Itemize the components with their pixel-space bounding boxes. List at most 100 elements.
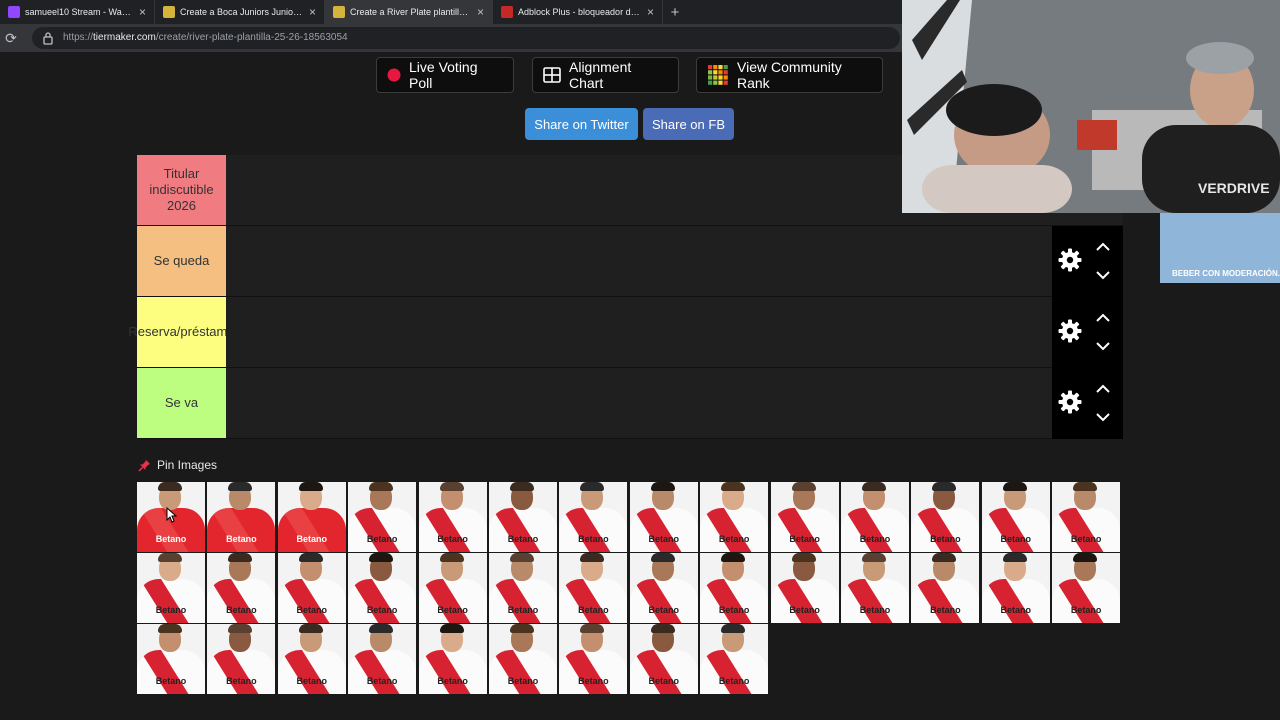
player-card[interactable]: Betano — [911, 482, 980, 552]
pin-images-toggle[interactable]: Pin Images — [138, 458, 217, 472]
tier-label[interactable]: Se queda — [137, 226, 226, 296]
new-tab-icon[interactable]: + — [663, 0, 687, 24]
player-card[interactable]: Betano — [700, 624, 769, 694]
chevron-up-icon[interactable] — [1096, 313, 1110, 323]
tab-title: Adblock Plus - bloqueador de an — [518, 7, 641, 17]
player-card[interactable]: Betano — [629, 553, 698, 623]
sponsor-logo-text: Betano — [1070, 534, 1102, 544]
url-omnibox[interactable]: https://tiermaker.com/create/river-plate… — [32, 27, 900, 49]
gear-icon[interactable] — [1058, 248, 1082, 272]
sponsor-logo-text: Betano — [226, 534, 257, 544]
player-card[interactable]: Betano — [418, 482, 487, 552]
close-tab-icon[interactable]: × — [647, 5, 654, 19]
player-card[interactable]: Betano — [137, 553, 205, 623]
sponsor-logo-text: Betano — [718, 605, 750, 615]
player-hair — [439, 482, 464, 491]
player-card[interactable]: Betano — [348, 624, 417, 694]
jersey-sash — [772, 579, 827, 623]
jersey-sash — [631, 579, 687, 623]
player-hair — [228, 624, 253, 633]
player-card[interactable]: Betano — [559, 482, 628, 552]
tier-controls — [1052, 368, 1123, 439]
player-card[interactable]: Betano — [841, 553, 909, 623]
player-card[interactable]: Betano — [981, 553, 1050, 623]
jersey-sash — [349, 579, 405, 623]
player-card[interactable]: Betano — [559, 553, 628, 623]
chevron-up-icon[interactable] — [1096, 384, 1110, 394]
player-card[interactable]: Betano — [629, 624, 698, 694]
reload-icon[interactable]: ⟳ — [2, 29, 20, 47]
close-tab-icon[interactable]: × — [139, 5, 146, 19]
player-card[interactable]: Betano — [277, 624, 346, 694]
jersey — [559, 508, 628, 552]
player-card[interactable]: Betano — [911, 553, 980, 623]
player-card[interactable]: Betano — [418, 624, 487, 694]
sponsor-logo-text: Betano — [366, 676, 398, 686]
player-card[interactable]: Betano — [700, 553, 769, 623]
player-hair — [510, 624, 534, 633]
close-tab-icon[interactable]: × — [477, 5, 484, 19]
sponsor-logo-text: Betano — [507, 605, 539, 615]
player-card[interactable]: Betano — [1052, 553, 1121, 623]
player-card[interactable]: Betano — [489, 624, 557, 694]
jersey-sash — [420, 579, 475, 623]
player-card[interactable]: Betano — [1052, 482, 1121, 552]
browser-tab[interactable]: samueel10 Stream - Watch Live o × — [0, 0, 155, 24]
player-card[interactable]: Betano — [348, 482, 417, 552]
share-on-fb-button[interactable]: Share on FB — [643, 108, 734, 140]
player-card[interactable]: Betano — [207, 482, 276, 552]
player-card[interactable]: Betano — [841, 482, 909, 552]
view-community-rank-button[interactable]: View Community Rank — [696, 57, 883, 93]
player-card[interactable]: Betano — [700, 482, 769, 552]
player-card[interactable]: Betano — [207, 553, 276, 623]
player-card[interactable]: Betano — [489, 553, 557, 623]
chevron-up-icon[interactable] — [1096, 242, 1110, 252]
jersey-sash — [490, 508, 546, 552]
jersey-sash — [279, 508, 335, 552]
jersey — [700, 650, 769, 694]
close-tab-icon[interactable]: × — [309, 5, 316, 19]
sponsor-logo-text: Betano — [718, 676, 750, 686]
site-info-icon[interactable] — [42, 31, 54, 45]
tier-drop-zone[interactable] — [226, 368, 1052, 438]
player-card[interactable]: Betano — [348, 553, 417, 623]
player-card[interactable]: Betano — [770, 482, 839, 552]
sponsor-logo-text: Betano — [859, 534, 891, 544]
jersey-sash — [209, 579, 264, 623]
browser-tab[interactable]: Create a Boca Juniors Junio 2025 × — [155, 0, 325, 24]
browser-tab[interactable]: Adblock Plus - bloqueador de an × — [493, 0, 663, 24]
player-card[interactable]: Betano — [277, 553, 346, 623]
player-card[interactable]: Betano — [770, 553, 839, 623]
tier-drop-zone[interactable] — [226, 297, 1052, 367]
jersey-sash — [701, 650, 757, 694]
browser-tab[interactable]: Create a River Plate plantilla 25/2 × — [325, 0, 493, 24]
gear-icon[interactable] — [1058, 390, 1082, 414]
sponsor-logo-text: Betano — [930, 534, 961, 544]
alignment-chart-button[interactable]: Alignment Chart — [532, 57, 679, 93]
player-card[interactable]: Betano — [207, 624, 276, 694]
player-hair — [510, 553, 534, 562]
chevron-down-icon[interactable] — [1096, 412, 1110, 422]
tier-drop-zone[interactable] — [226, 226, 1052, 296]
player-card[interactable]: Betano — [277, 482, 346, 552]
tier-label[interactable]: Se va — [137, 368, 226, 438]
chevron-down-icon[interactable] — [1096, 270, 1110, 280]
tier-label[interactable]: Titular indiscutible 2026 — [137, 155, 226, 225]
chevron-down-icon[interactable] — [1096, 341, 1110, 351]
live-voting-poll-button[interactable]: Live Voting Poll — [376, 57, 514, 93]
tab-title: Create a River Plate plantilla 25/2 — [350, 7, 471, 17]
sponsor-logo-text: Betano — [930, 605, 961, 615]
sponsor-logo-text: Betano — [155, 534, 187, 544]
player-card[interactable]: Betano — [629, 482, 698, 552]
sponsor-ad-banner[interactable]: BEBER CON MODERACIÓN. PROHI — [1160, 213, 1280, 283]
player-card[interactable]: Betano — [137, 624, 205, 694]
gear-icon[interactable] — [1058, 319, 1082, 343]
player-card[interactable]: Betano — [489, 482, 557, 552]
player-hair — [650, 482, 675, 491]
player-card[interactable]: Betano — [418, 553, 487, 623]
share-on-twitter-button[interactable]: Share on Twitter — [525, 108, 638, 140]
sponsor-logo-text: Betano — [648, 605, 680, 615]
tier-label[interactable]: Reserva/préstamo — [128, 297, 235, 367]
player-card[interactable]: Betano — [981, 482, 1050, 552]
player-card[interactable]: Betano — [559, 624, 628, 694]
